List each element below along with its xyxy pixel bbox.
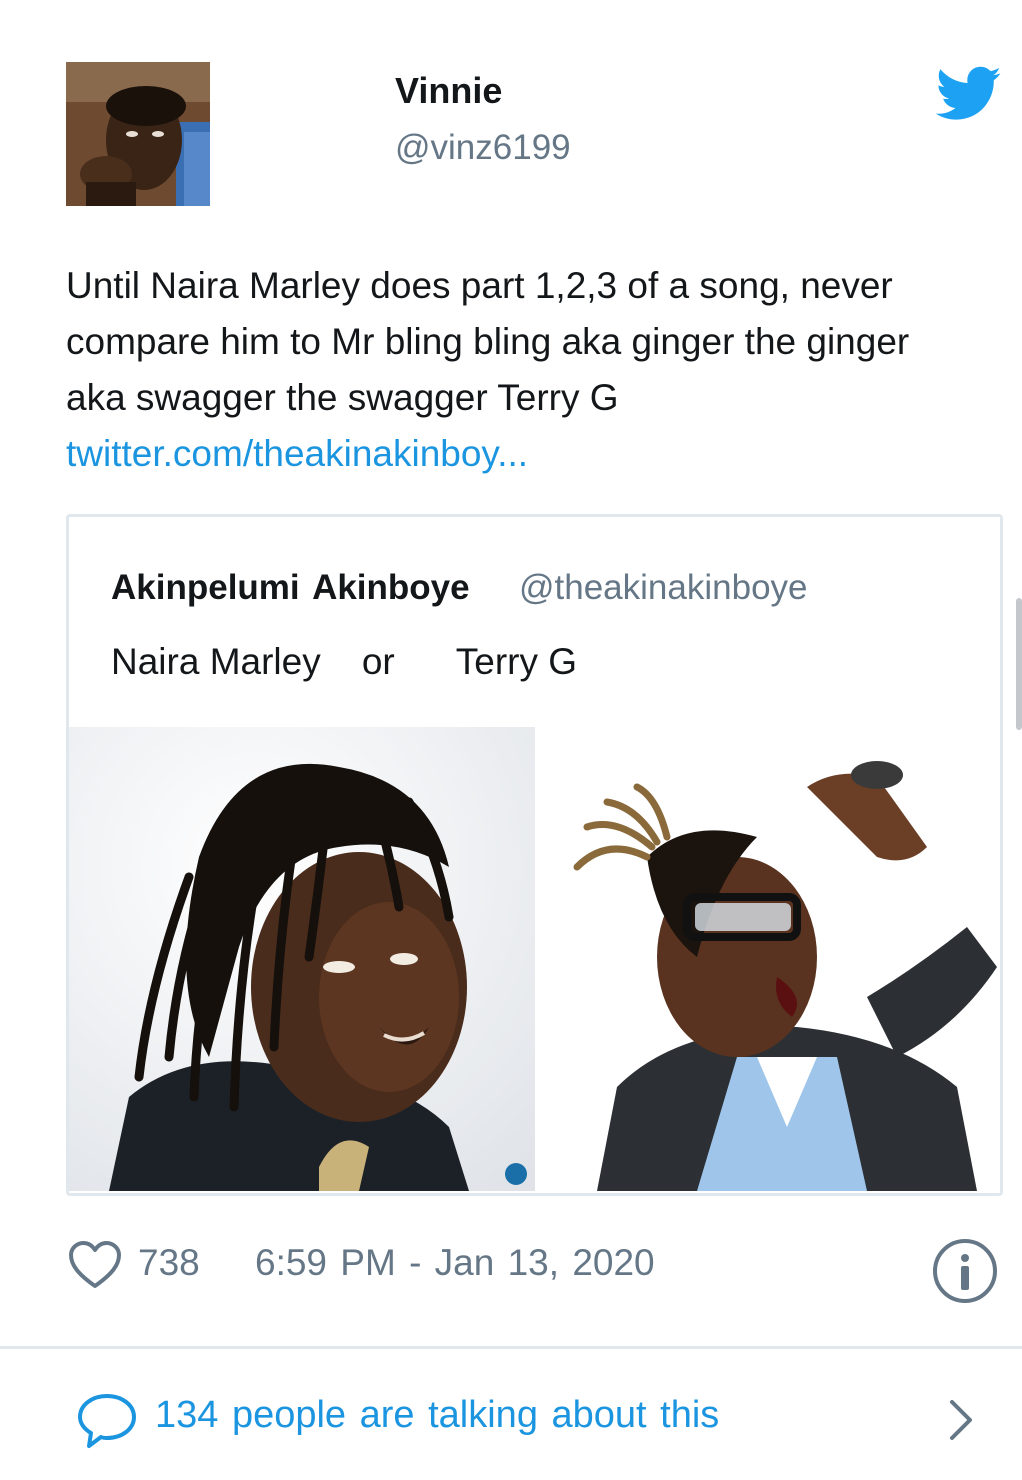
talking-about-label: 134 people are talking about this: [155, 1394, 720, 1436]
heart-icon[interactable]: [68, 1240, 122, 1290]
author-display-name[interactable]: Vinnie: [395, 70, 502, 112]
like-count: 738: [138, 1242, 200, 1283]
quoted-author-name: Akinpelumi Akinboye: [111, 568, 470, 607]
scrollbar[interactable]: [1016, 598, 1022, 730]
tweet-link[interactable]: twitter.com/theakinakinboy...: [66, 426, 528, 482]
divider: [0, 1346, 1022, 1349]
conversation-link-row[interactable]: 134 people are talking about this: [0, 1350, 1022, 1480]
author-handle[interactable]: @vinz6199: [395, 128, 571, 168]
twitter-bird-icon[interactable]: [935, 66, 1002, 122]
tweet-text: Until Naira Marley does part 1,2,3 of a …: [66, 265, 910, 418]
avatar[interactable]: [66, 62, 210, 206]
chevron-right-icon: [946, 1398, 976, 1442]
photo-naira-marley[interactable]: [69, 727, 535, 1191]
quoted-tweet-card[interactable]: Akinpelumi Akinboye @theakinakinboye Nai…: [66, 514, 1003, 1196]
speech-bubble-icon: [76, 1392, 138, 1450]
info-icon[interactable]: [931, 1237, 999, 1305]
quoted-tweet-text: Naira Marley or Terry G: [111, 641, 578, 682]
quoted-author-handle: @theakinakinboye: [519, 568, 808, 607]
photo-terry-g[interactable]: [537, 727, 1000, 1191]
tweet-timestamp[interactable]: 6:59 PM - Jan 13, 2020: [255, 1242, 655, 1284]
